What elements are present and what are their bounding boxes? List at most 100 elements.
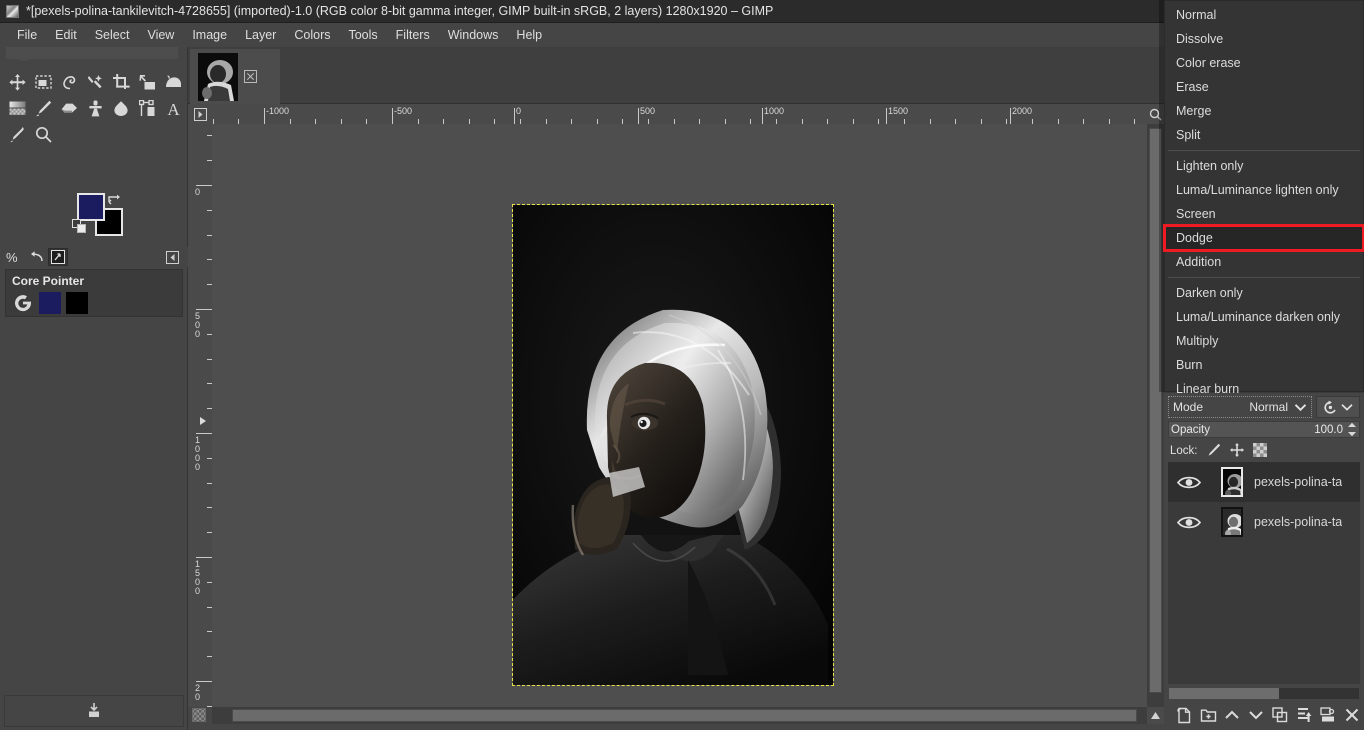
- save-tool-options-icon[interactable]: [86, 702, 102, 721]
- raise-layer-button[interactable]: [1220, 703, 1244, 727]
- eraser-tool[interactable]: [56, 95, 82, 121]
- ruler-label: 1500: [194, 559, 200, 596]
- paintbrush-tool[interactable]: [30, 95, 56, 121]
- canvas-horizontal-scrollbar[interactable]: [212, 707, 1147, 724]
- mode-option-luma-lighten-only[interactable]: Luma/Luminance lighten only: [1165, 178, 1363, 202]
- mode-option-linear-burn[interactable]: Linear burn: [1165, 377, 1363, 401]
- mode-option-color-erase[interactable]: Color erase: [1165, 51, 1363, 75]
- menu-view[interactable]: View: [138, 25, 183, 45]
- mode-option-normal[interactable]: Normal: [1165, 3, 1363, 27]
- menu-help[interactable]: Help: [507, 25, 551, 45]
- ruler-origin-button[interactable]: [188, 104, 212, 124]
- lock-pixels-icon[interactable]: [1207, 443, 1221, 460]
- mode-option-burn[interactable]: Burn: [1165, 353, 1363, 377]
- layer-row[interactable]: pexels-polina-ta: [1168, 462, 1360, 502]
- ruler-label: 20: [194, 683, 200, 702]
- menu-image[interactable]: Image: [183, 25, 236, 45]
- opacity-label: Opacity: [1171, 423, 1210, 436]
- layer-visibility-icon[interactable]: [1168, 515, 1210, 530]
- duplicate-layer-button[interactable]: [1268, 703, 1292, 727]
- merge-down-button[interactable]: [1316, 703, 1340, 727]
- svg-text:%: %: [6, 250, 18, 265]
- zoom-tool[interactable]: [30, 121, 56, 147]
- mode-option-erase[interactable]: Erase: [1165, 75, 1363, 99]
- mode-option-dodge[interactable]: Dodge: [1163, 224, 1364, 252]
- tab-undo-history[interactable]: [26, 248, 46, 266]
- navigation-button[interactable]: [1147, 707, 1164, 724]
- mode-option-screen[interactable]: Screen: [1165, 202, 1363, 226]
- menu-filters[interactable]: Filters: [387, 25, 439, 45]
- blend-space-icon: [1324, 400, 1336, 414]
- scrollbar-thumb[interactable]: [1169, 688, 1279, 699]
- canvas-area[interactable]: [212, 124, 1147, 707]
- mode-option-merge[interactable]: Merge: [1165, 99, 1363, 123]
- opacity-slider[interactable]: Opacity 100.0: [1168, 421, 1360, 438]
- ruler-label: 1000: [194, 435, 200, 472]
- menu-select[interactable]: Select: [86, 25, 139, 45]
- free-select-tool[interactable]: [56, 69, 82, 95]
- text-tool[interactable]: A: [160, 95, 186, 121]
- fuzzy-select-tool[interactable]: [82, 69, 108, 95]
- menu-file[interactable]: File: [8, 25, 46, 45]
- image-tab[interactable]: [190, 49, 280, 104]
- toolbox-footer: [4, 695, 184, 727]
- bucket-fill-tool[interactable]: [160, 69, 186, 95]
- foreground-color-swatch[interactable]: [77, 193, 105, 221]
- layer-mode-value: Normal: [1249, 400, 1288, 414]
- new-layer-group-button[interactable]: [1196, 703, 1220, 727]
- gradient-tool[interactable]: [4, 95, 30, 121]
- smudge-tool[interactable]: [108, 95, 134, 121]
- ruler-major-tick: [514, 108, 515, 124]
- tab-pointer[interactable]: %: [4, 248, 24, 266]
- menu-layer[interactable]: Layer: [236, 25, 285, 45]
- menu-colors[interactable]: Colors: [285, 25, 339, 45]
- layer-row[interactable]: pexels-polina-ta: [1168, 502, 1360, 542]
- opacity-spinner[interactable]: [1347, 422, 1357, 437]
- vertical-ruler[interactable]: 0 500 1000 1500 20: [188, 124, 212, 707]
- layer-mode-dropdown[interactable]: Normal Dissolve Color erase Erase Merge …: [1163, 0, 1364, 396]
- transform-tool[interactable]: [134, 69, 160, 95]
- close-icon[interactable]: [244, 70, 257, 83]
- swap-colors-icon[interactable]: [108, 193, 122, 205]
- menu-windows[interactable]: Windows: [439, 25, 508, 45]
- mode-option-darken-only[interactable]: Darken only: [1165, 281, 1363, 305]
- color-picker-tool[interactable]: [4, 121, 30, 147]
- crop-tool[interactable]: [108, 69, 134, 95]
- tab-device-status[interactable]: [48, 248, 68, 266]
- horizontal-ruler[interactable]: -1000 -500 0 500 1000 1500 2000: [212, 104, 1147, 124]
- clone-tool[interactable]: [82, 95, 108, 121]
- layer-list[interactable]: pexels-polina-ta pexels-polina-ta: [1168, 462, 1360, 684]
- ruler-major-tick: [196, 309, 212, 310]
- new-layer-button[interactable]: [1172, 703, 1196, 727]
- device-background-color[interactable]: [66, 292, 88, 314]
- canvas-image[interactable]: [512, 204, 834, 686]
- pointer-dock-tabs: %: [0, 247, 188, 267]
- quick-mask-toggle[interactable]: [192, 708, 206, 722]
- layer-visibility-icon[interactable]: [1168, 475, 1210, 490]
- device-foreground-color[interactable]: [39, 292, 61, 314]
- ruler-major-tick: [196, 681, 212, 682]
- rectangle-select-tool[interactable]: [30, 69, 56, 95]
- window-title: *[pexels-polina-tankilevitch-4728655] (i…: [26, 4, 774, 18]
- lock-alpha-icon[interactable]: [1252, 442, 1267, 460]
- ruler-label: 500: [640, 106, 656, 116]
- paths-tool[interactable]: [134, 95, 160, 121]
- lower-layer-button[interactable]: [1244, 703, 1268, 727]
- delete-layer-button[interactable]: [1340, 703, 1364, 727]
- ruler-label: 1500: [888, 106, 909, 116]
- mode-option-addition[interactable]: Addition: [1165, 250, 1363, 274]
- mode-option-lighten-only[interactable]: Lighten only: [1165, 154, 1363, 178]
- lock-position-icon[interactable]: [1229, 442, 1244, 460]
- dock-menu-button[interactable]: [162, 248, 182, 266]
- anchor-layer-button[interactable]: [1292, 703, 1316, 727]
- reset-colors-icon[interactable]: [72, 219, 88, 235]
- dock-horizontal-scrollbar[interactable]: [1169, 688, 1359, 699]
- menu-tools[interactable]: Tools: [339, 25, 386, 45]
- mode-option-split[interactable]: Split: [1165, 123, 1363, 147]
- mode-option-multiply[interactable]: Multiply: [1165, 329, 1363, 353]
- scrollbar-thumb[interactable]: [232, 709, 1137, 722]
- move-tool[interactable]: [4, 69, 30, 95]
- mode-option-luma-darken-only[interactable]: Luma/Luminance darken only: [1165, 305, 1363, 329]
- mode-option-dissolve[interactable]: Dissolve: [1165, 27, 1363, 51]
- menu-edit[interactable]: Edit: [46, 25, 86, 45]
